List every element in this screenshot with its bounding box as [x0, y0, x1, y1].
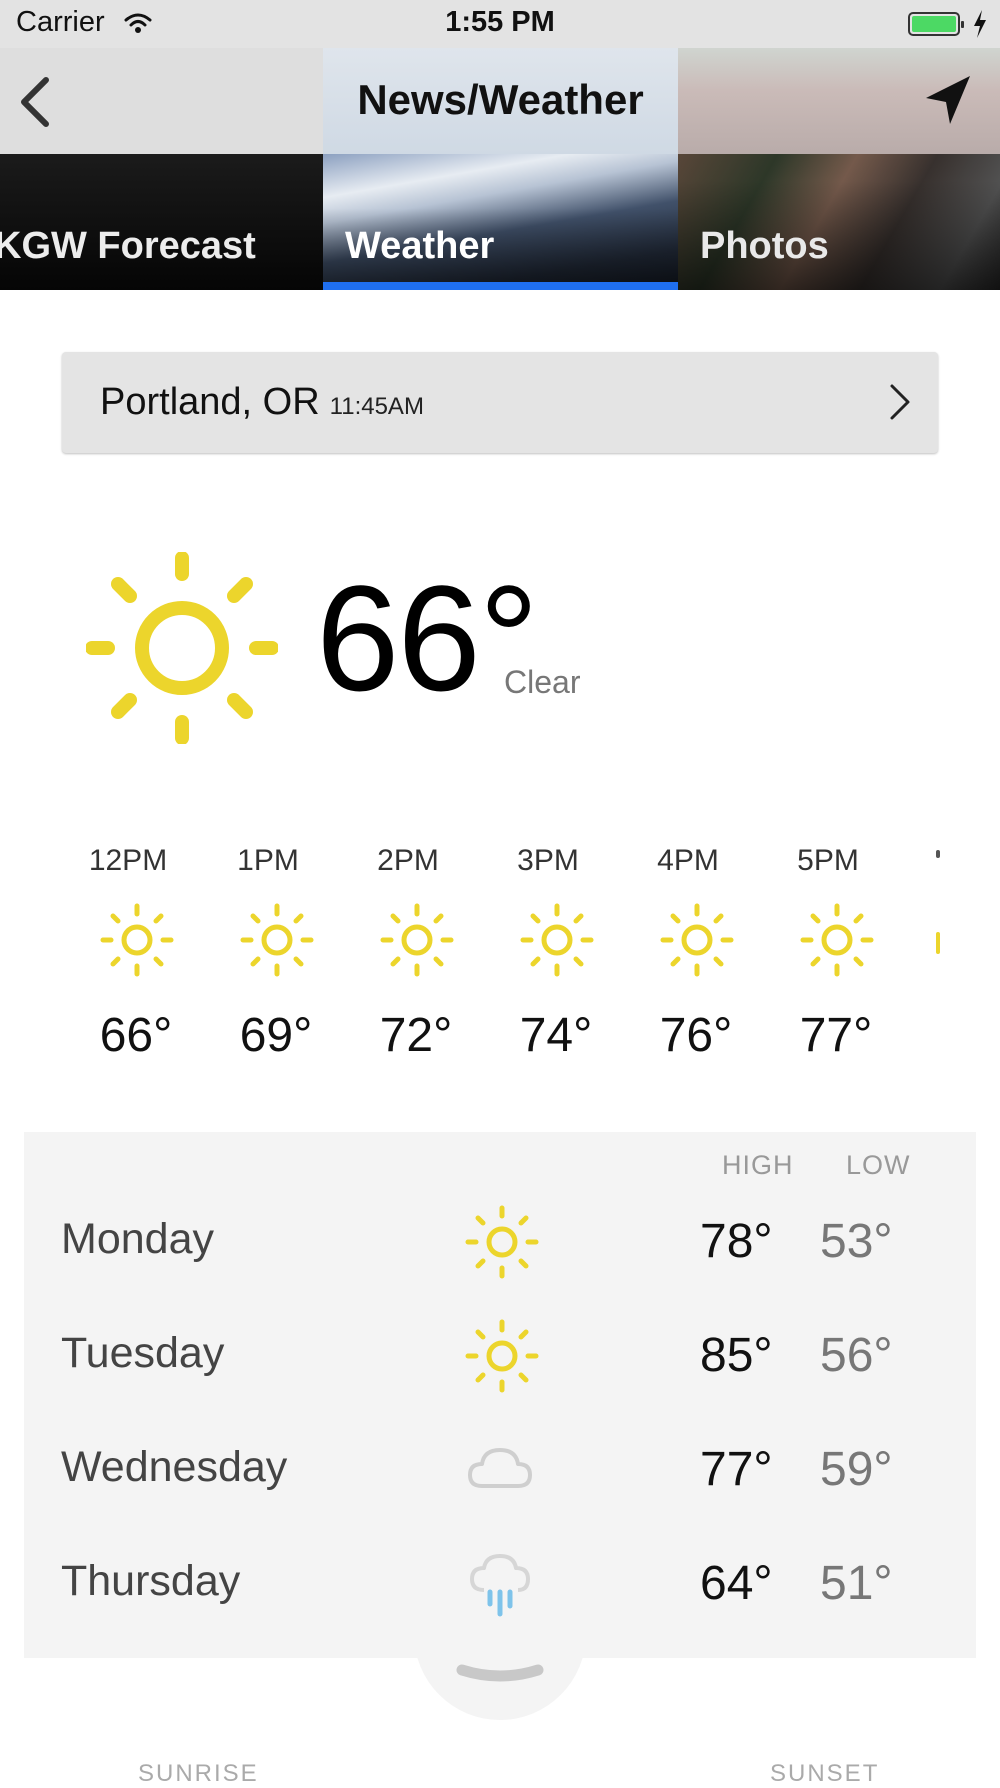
hourly-time: 12PM [88, 844, 168, 877]
tab-photos[interactable]: Photos [678, 154, 1000, 290]
status-time: 1:55 PM [445, 6, 555, 38]
hourly-temperature: 77° [799, 1009, 873, 1062]
daily-row[interactable]: Tuesday 85° 56° [24, 1298, 976, 1408]
hourly-temperature: 72° [379, 1009, 453, 1062]
sun-icon [464, 1204, 539, 1279]
day-name: Tuesday [61, 1329, 225, 1377]
day-high: 77° [700, 1443, 773, 1496]
hourly-time: 2PM [377, 844, 439, 877]
hourly-item: 2PM 72° [348, 840, 468, 1070]
sun-icon [659, 902, 735, 978]
sunrise-label: SUNRISE [138, 1760, 259, 1787]
hourly-time: 4PM [657, 844, 719, 877]
daily-row[interactable]: Thursday 64° 51° [24, 1526, 976, 1636]
hourly-temperature: 76° [659, 1009, 733, 1062]
sun-icon [519, 902, 595, 978]
hourly-item: 1PM 69° [208, 840, 328, 1070]
sun-icon [799, 902, 875, 978]
hourly-item: 5PM 77° [768, 840, 888, 1070]
day-low: 51° [820, 1557, 893, 1610]
sun-icon [379, 902, 455, 978]
sunset-label: SUNSET [770, 1760, 880, 1787]
hourly-item: 3PM 74° [488, 840, 608, 1070]
current-condition: Clear [504, 664, 581, 700]
tab-label: Weather [345, 225, 495, 267]
daily-row[interactable]: Wednesday 77° 59° [24, 1412, 976, 1522]
battery-icon [908, 12, 964, 36]
hourly-temperature: 74° [519, 1009, 593, 1062]
day-high: 78° [700, 1215, 773, 1268]
back-button[interactable] [14, 72, 58, 132]
rain-icon [464, 1546, 536, 1618]
low-column-header: LOW [846, 1150, 911, 1180]
tab-kgw-forecast[interactable]: KGW Forecast [0, 154, 323, 290]
day-high: 64° [700, 1557, 773, 1610]
location-name: Portland, OR 11:45AM [100, 352, 424, 457]
sun-icon [99, 902, 175, 978]
day-name: Wednesday [61, 1443, 288, 1491]
hourly-temperature: 69° [239, 1009, 313, 1062]
hourly-time: 3PM [517, 844, 579, 877]
status-bar: Carrier 1:55 PM [0, 0, 1000, 48]
day-name: Thursday [61, 1557, 241, 1605]
sun-icon [464, 1318, 539, 1393]
location-selector[interactable]: Portland, OR 11:45AM [62, 352, 938, 453]
page-title: News/Weather [357, 76, 644, 123]
sun-icon [86, 552, 278, 744]
cloud-icon [464, 1432, 536, 1504]
active-tab-indicator [323, 282, 678, 290]
hourly-item: 4PM 76° [628, 840, 748, 1070]
high-column-header: HIGH [722, 1150, 794, 1180]
hourly-overflow-item [936, 840, 940, 960]
chevron-down-icon[interactable] [456, 1664, 544, 1686]
location-city: Portland, OR [100, 381, 320, 423]
day-low: 53° [820, 1215, 893, 1268]
day-low: 59° [820, 1443, 893, 1496]
sun-icon [239, 902, 315, 978]
hourly-temperature: 66° [99, 1009, 173, 1062]
daily-row[interactable]: Monday 78° 53° [24, 1184, 976, 1294]
hourly-time: 1PM [237, 844, 299, 877]
tab-label: KGW Forecast [0, 225, 256, 267]
day-high: 85° [700, 1329, 773, 1382]
day-low: 56° [820, 1329, 893, 1382]
charging-bolt-icon [974, 10, 986, 38]
current-temperature: 66° [316, 554, 539, 722]
location-arrow-icon[interactable] [922, 74, 972, 128]
tab-weather[interactable]: Weather [323, 154, 678, 290]
hourly-item: 12PM 66° [68, 840, 188, 1070]
hourly-time: 5PM [797, 844, 859, 877]
tab-label: Photos [700, 225, 829, 267]
chevron-right-icon [890, 384, 910, 420]
day-name: Monday [61, 1215, 214, 1263]
location-time: 11:45AM [329, 393, 424, 420]
